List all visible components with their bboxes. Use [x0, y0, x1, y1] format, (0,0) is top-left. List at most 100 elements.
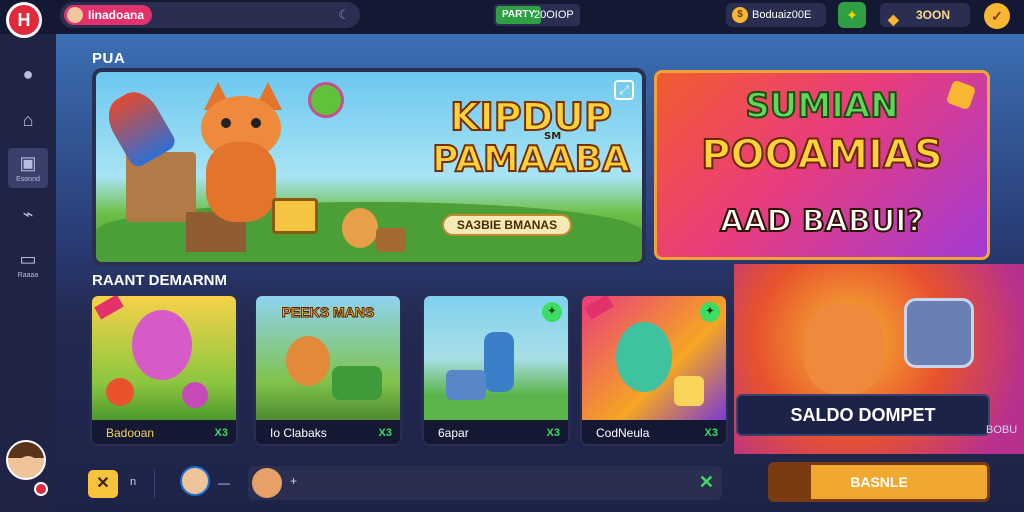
logo-text: H	[17, 9, 31, 30]
search-bar[interactable]: Iinadoana ☾	[60, 2, 360, 28]
cart-image	[446, 370, 486, 400]
ball-image	[182, 382, 208, 408]
expand-icon[interactable]: ⤢	[614, 80, 634, 100]
dragon-character	[616, 322, 672, 392]
banner-cta-button[interactable]: SAЗBIE BMANAS	[442, 214, 572, 236]
check-icon[interactable]: ✕	[699, 472, 714, 493]
profile-pill-label: Iinadoana	[88, 8, 145, 22]
chat-icon: ●	[22, 63, 34, 84]
featured-banner[interactable]: KIPDUP SM PAMAABA SAЗBIE BMANAS ⤢	[92, 68, 646, 266]
basnle-label: BASNLE	[850, 474, 908, 490]
game-name-bar: Badooan X3	[92, 420, 236, 444]
gems-display[interactable]: ◆ 3OON	[880, 3, 970, 27]
banner-title-line1: KIPDUP	[449, 95, 613, 139]
bear-character	[342, 208, 378, 248]
close-button[interactable]: ✕	[88, 470, 118, 498]
chat-plus[interactable]: +	[290, 474, 297, 488]
balance-display[interactable]: PARTY 20OIOP	[494, 4, 580, 26]
wallet-side-text: BOBU	[986, 424, 1018, 436]
game-card[interactable]: PEEKS MANS Io Clabaks X3	[254, 294, 402, 446]
game-card[interactable]: ✦ CodNeula X3	[580, 294, 728, 446]
game-name: CodNeula	[596, 426, 650, 440]
button-accent	[771, 465, 811, 499]
game-name: Badooan	[106, 426, 155, 440]
gamepad-icon: ▭	[19, 249, 37, 269]
sidebar-item-label: Raaaa	[17, 272, 39, 279]
banner-title-line2: PAMAABA	[431, 139, 631, 180]
card-ribbon	[584, 296, 614, 320]
game-art: ✦	[582, 296, 726, 420]
avatar-dash: —	[218, 476, 230, 490]
chat-avatar	[252, 468, 282, 498]
section-title-games: RAANT DEMARNM	[92, 272, 227, 289]
game-card[interactable]: Badooan X3	[90, 294, 238, 446]
gem-image	[308, 82, 344, 118]
game-art: ✦	[424, 296, 568, 420]
player-avatar[interactable]	[180, 466, 210, 496]
banner-title: KIPDUP SM PAMAABA	[426, 95, 636, 180]
card-ribbon	[94, 296, 124, 320]
promo-banner[interactable]: SUMIAN POOAMIAS AAD BABUI?	[654, 70, 990, 260]
game-art: PEEKS MANS	[256, 296, 400, 420]
coin-icon: $	[732, 7, 748, 23]
top-bar: H Iinadoana ☾ PARTY 20OIOP $ Boduaiz00E …	[0, 0, 1024, 38]
chest-image	[272, 198, 318, 234]
game-count: X3	[704, 427, 718, 439]
chart-icon: ▣	[19, 153, 37, 173]
avatar-face	[18, 456, 38, 476]
user-avatar[interactable]	[6, 440, 46, 480]
new-badge: ✦	[700, 302, 720, 322]
coins-display[interactable]: $ Boduaiz00E	[726, 3, 826, 27]
game-card[interactable]: ✦ 6apar X3	[422, 294, 570, 446]
moon-icon[interactable]: ☾	[338, 7, 350, 23]
gem-icon: ◆	[888, 11, 899, 27]
game-name-bar: 6apar X3	[424, 420, 568, 444]
link-icon: ⌁	[22, 203, 34, 224]
user-icon[interactable]: ✓	[984, 3, 1010, 29]
cart-image	[332, 366, 382, 400]
sidebar-item-home[interactable]: ⌂	[8, 100, 48, 140]
sidebar-item-chart[interactable]: ▣ Esonnd	[8, 148, 48, 188]
new-badge: ✦	[542, 302, 562, 322]
game-name: Io Clabaks	[270, 426, 327, 440]
game-art-title: PEEKS MANS	[281, 304, 375, 321]
promo-line1: SUMIAN	[744, 86, 899, 126]
promo-line3: AAD BABUI?	[719, 204, 925, 239]
sidebar: ● ⌂ ▣ Esonnd ⌁ ▭ Raaaa	[0, 34, 56, 512]
chat-input[interactable]: + ✕	[248, 466, 722, 500]
bear-character	[286, 336, 330, 386]
gems-value: 3OON	[916, 8, 951, 22]
profile-avatar	[67, 7, 83, 23]
avatar-status-badge	[34, 482, 48, 496]
coins-value: Boduaiz00E	[752, 9, 812, 21]
game-count: X3	[546, 427, 560, 439]
cat-character	[132, 310, 192, 380]
divider	[154, 470, 155, 498]
game-name-bar: CodNeula X3	[582, 420, 726, 444]
game-count: X3	[214, 427, 228, 439]
bag-image	[674, 376, 704, 406]
robot-character	[904, 298, 974, 368]
barrel-image	[376, 228, 406, 252]
app-logo[interactable]: H	[6, 2, 42, 38]
banner-title-sup: SM	[544, 131, 562, 142]
kid-character	[484, 332, 514, 392]
basnle-button[interactable]: BASNLE	[768, 462, 990, 502]
promo-line2: POOAMIAS	[700, 132, 944, 178]
sidebar-item-link[interactable]: ⌁	[8, 194, 48, 234]
home-icon: ⌂	[22, 109, 34, 130]
profile-pill[interactable]: Iinadoana	[64, 5, 153, 25]
fox-character	[804, 304, 884, 394]
wallet-button[interactable]: SALDO DOMPET	[736, 394, 990, 436]
sidebar-item-gamepad[interactable]: ▭ Raaaa	[8, 244, 48, 284]
game-name-bar: Io Clabaks X3	[256, 420, 400, 444]
section-title-featured: PUA	[92, 50, 126, 67]
sidebar-item-label: Esonnd	[16, 176, 40, 183]
ball-image	[106, 378, 134, 406]
sidebar-item-chat[interactable]: ●	[8, 54, 48, 94]
game-count: X3	[378, 427, 392, 439]
balance-value: 20OIOP	[534, 9, 574, 21]
bottom-label: n	[130, 476, 137, 488]
gift-icon[interactable]: ✦	[838, 2, 866, 28]
game-name: 6apar	[438, 426, 469, 440]
